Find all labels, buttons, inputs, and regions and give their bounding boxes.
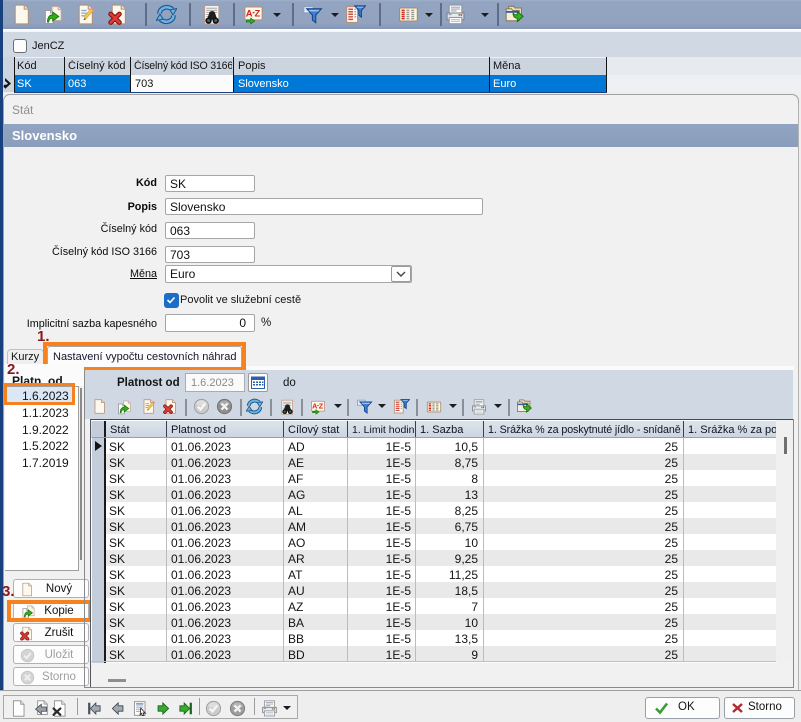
svg-text:Z: Z — [255, 9, 261, 20]
svg-text:A: A — [312, 402, 317, 411]
svg-text:Z: Z — [319, 402, 324, 411]
svg-text:A: A — [246, 9, 253, 20]
